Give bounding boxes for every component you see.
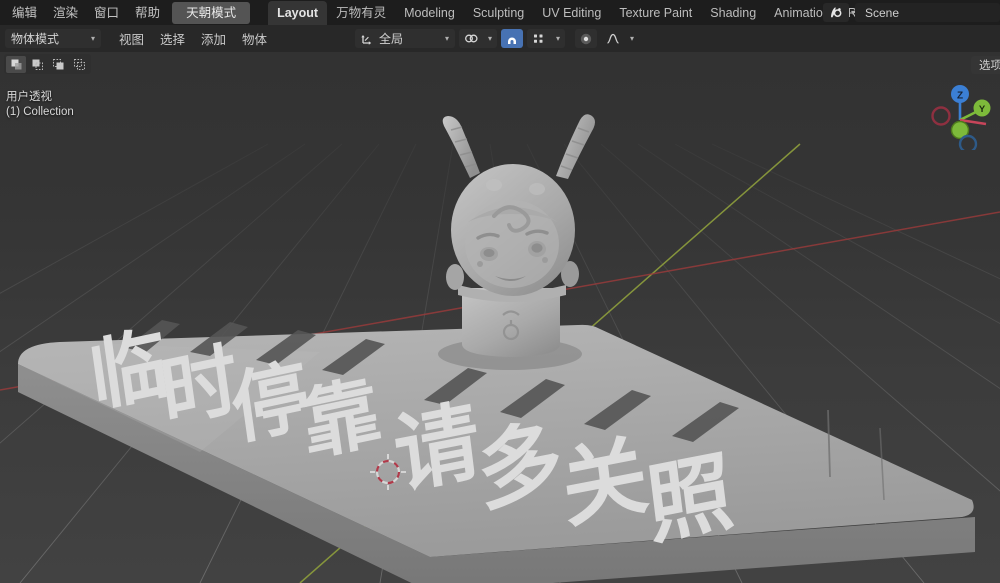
- sign-glyph-7: 关: [557, 427, 653, 539]
- scene-name-field[interactable]: Scene: [855, 3, 1000, 22]
- proportional-falloff-icon: [607, 33, 619, 44]
- workspace-tab-uv-editing[interactable]: UV Editing: [533, 1, 610, 25]
- object-select-subtract-icon: [52, 58, 63, 69]
- collection-info-label: (1) Collection: [6, 106, 74, 118]
- snap-to-dropdown[interactable]: ▾: [527, 29, 565, 48]
- select-set-button[interactable]: [6, 55, 26, 73]
- top-menu-bar: 编辑 渲染 窗口 帮助 天朝模式 Layout 万物有灵 Modeling Sc…: [0, 0, 1000, 25]
- pivot-point-dropdown[interactable]: ▾: [459, 29, 497, 48]
- object-select-extend-icon: [32, 59, 43, 70]
- object-select-difference-icon: [73, 58, 85, 70]
- pivot-chevron-down-icon: ▾: [487, 34, 492, 43]
- snapto-chevron-down-icon: ▾: [555, 34, 560, 43]
- sign-glyph-6: 多: [472, 411, 568, 523]
- menu-tianchao-mode[interactable]: 天朝模式: [172, 1, 251, 24]
- navigation-gizmo[interactable]: Z Y: [924, 80, 994, 150]
- viewport-tool-header: 物体模式 ▾ 视图 选择 添加 物体 全局 ▾ ▾ ▾ ▾: [0, 25, 1000, 73]
- scene-name-value: Scene: [865, 5, 900, 20]
- mode-chevron-down-icon: ▾: [90, 34, 95, 43]
- viewport-scene: 临 时 停 靠 请 多 关 照: [0, 114, 1000, 583]
- options-label: 选项: [979, 60, 1000, 72]
- blender-window: 编辑 渲染 窗口 帮助 天朝模式 Layout 万物有灵 Modeling Sc…: [0, 0, 1000, 583]
- falloff-chevron-down-icon: ▾: [629, 34, 634, 43]
- menu-window[interactable]: 窗口: [86, 3, 127, 23]
- menu-help[interactable]: 帮助: [127, 3, 168, 23]
- header-menu-add[interactable]: 添加: [193, 27, 234, 50]
- object-select-set-icon: [11, 59, 21, 69]
- header-menu-select[interactable]: 选择: [152, 27, 193, 50]
- sign-glyph-8: 照: [642, 443, 738, 555]
- workspace-tab-texture-paint[interactable]: Texture Paint: [610, 1, 701, 25]
- workspace-tab-wanwuyouling[interactable]: 万物有灵: [327, 1, 395, 25]
- gizmo-axis-y-label: Y: [979, 104, 986, 115]
- workspace-tab-shading[interactable]: Shading: [701, 1, 765, 25]
- sign-glyph-4: 靠: [297, 367, 386, 472]
- interaction-mode-selector[interactable]: 物体模式 ▾: [5, 29, 101, 48]
- menu-render[interactable]: 渲染: [45, 3, 86, 23]
- magnet-icon: [508, 37, 516, 44]
- scene-selector-group: ▾ Scene: [822, 0, 1000, 25]
- snap-grid-icon: [534, 34, 543, 43]
- gizmo-axis-x: [931, 106, 951, 126]
- workspace-tab-layout[interactable]: Layout: [268, 0, 328, 25]
- 3d-viewport[interactable]: 临 时 停 靠 请 多 关 照 选项 用户透视 (1) Collection Z…: [0, 52, 1000, 583]
- menu-edit[interactable]: 编辑: [4, 3, 45, 23]
- pivot-point-icon: [465, 34, 478, 43]
- select-subtract-button[interactable]: [48, 56, 68, 73]
- select-difference-button[interactable]: [69, 56, 89, 73]
- view-name-label: 用户透视: [6, 91, 52, 103]
- snap-magnet-toggle[interactable]: [501, 29, 523, 48]
- header-menu-object[interactable]: 物体: [234, 27, 275, 50]
- workspace-tab-sculpting[interactable]: Sculpting: [464, 1, 533, 25]
- gizmo-axis-minus-z: [958, 134, 978, 150]
- transform-orientation-value: 全局: [379, 32, 404, 46]
- header-menu-view[interactable]: 视图: [111, 27, 152, 50]
- proportional-falloff-dropdown[interactable]: ▾: [601, 29, 639, 48]
- select-extend-button[interactable]: [27, 56, 47, 73]
- interaction-mode-label: 物体模式: [11, 32, 60, 46]
- proportional-editing-toggle[interactable]: [575, 29, 597, 48]
- select-mode-toolbar: [4, 54, 91, 74]
- scene-icon[interactable]: [822, 3, 849, 22]
- transform-orientation-dropdown[interactable]: 全局 ▾: [355, 29, 455, 48]
- orientation-chevron-down-icon: ▾: [444, 34, 449, 43]
- options-button[interactable]: 选项: [971, 56, 1000, 74]
- gizmo-axis-z-label: Z: [957, 91, 963, 102]
- workspace-tab-modeling[interactable]: Modeling: [395, 1, 464, 25]
- proportional-editing-icon: [580, 33, 592, 44]
- sign-glyph-5: 请: [389, 393, 485, 505]
- transform-orientation-icon: [361, 35, 372, 45]
